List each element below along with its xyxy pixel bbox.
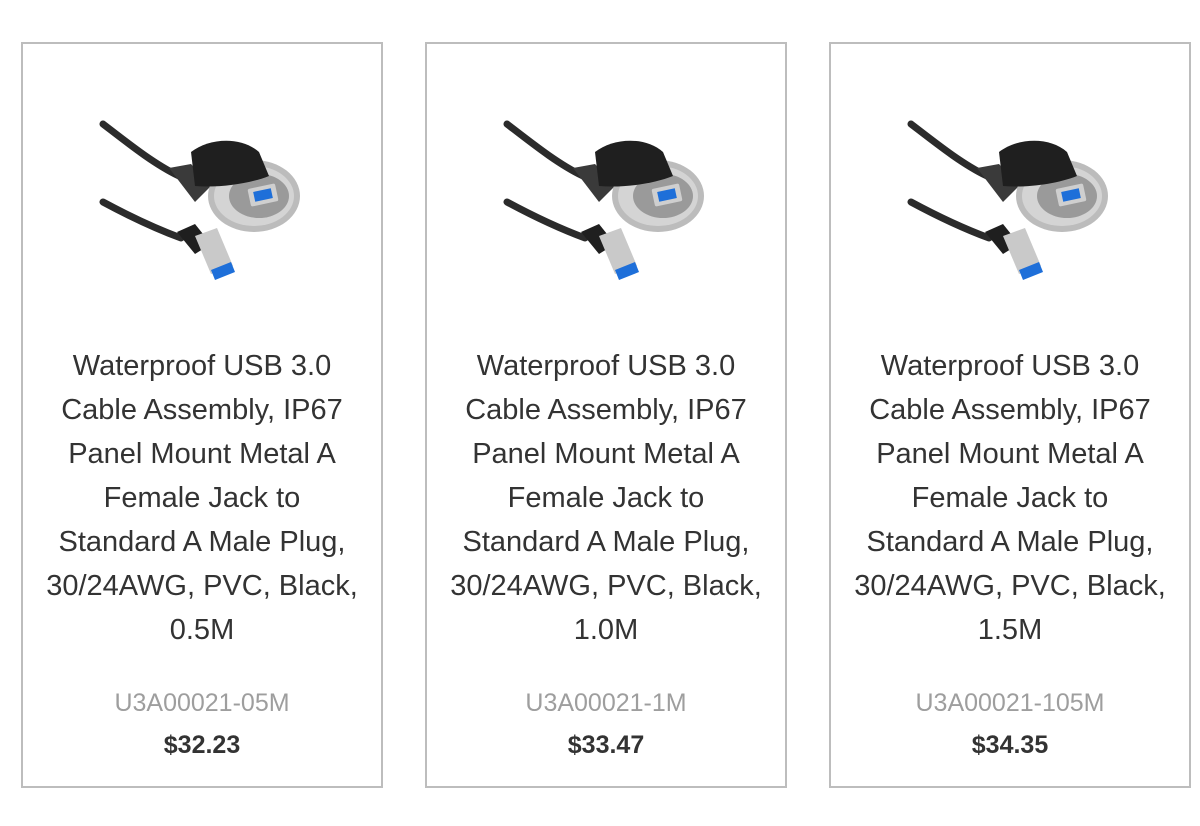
product-sku: U3A00021-105M	[915, 689, 1105, 717]
product-image[interactable]	[831, 104, 1189, 324]
product-title[interactable]: Waterproof USB 3.0 Cable Assembly, IP67 …	[447, 344, 765, 652]
product-card[interactable]: Waterproof USB 3.0 Cable Assembly, IP67 …	[829, 42, 1191, 788]
usb-cable-panel-mount-icon	[503, 116, 713, 286]
product-title[interactable]: Waterproof USB 3.0 Cable Assembly, IP67 …	[43, 344, 361, 652]
product-price: $32.23	[163, 731, 241, 759]
product-sku: U3A00021-05M	[114, 689, 290, 717]
product-title[interactable]: Waterproof USB 3.0 Cable Assembly, IP67 …	[851, 344, 1169, 652]
product-sku: U3A00021-1M	[525, 689, 687, 717]
product-image[interactable]	[23, 104, 381, 324]
usb-cable-panel-mount-icon	[99, 116, 309, 286]
product-price: $33.47	[567, 731, 645, 759]
usb-cable-panel-mount-icon	[907, 116, 1117, 286]
product-card[interactable]: Waterproof USB 3.0 Cable Assembly, IP67 …	[21, 42, 383, 788]
product-price: $34.35	[971, 731, 1049, 759]
product-image[interactable]	[427, 104, 785, 324]
product-grid: Waterproof USB 3.0 Cable Assembly, IP67 …	[0, 0, 1200, 826]
product-card[interactable]: Waterproof USB 3.0 Cable Assembly, IP67 …	[425, 42, 787, 788]
